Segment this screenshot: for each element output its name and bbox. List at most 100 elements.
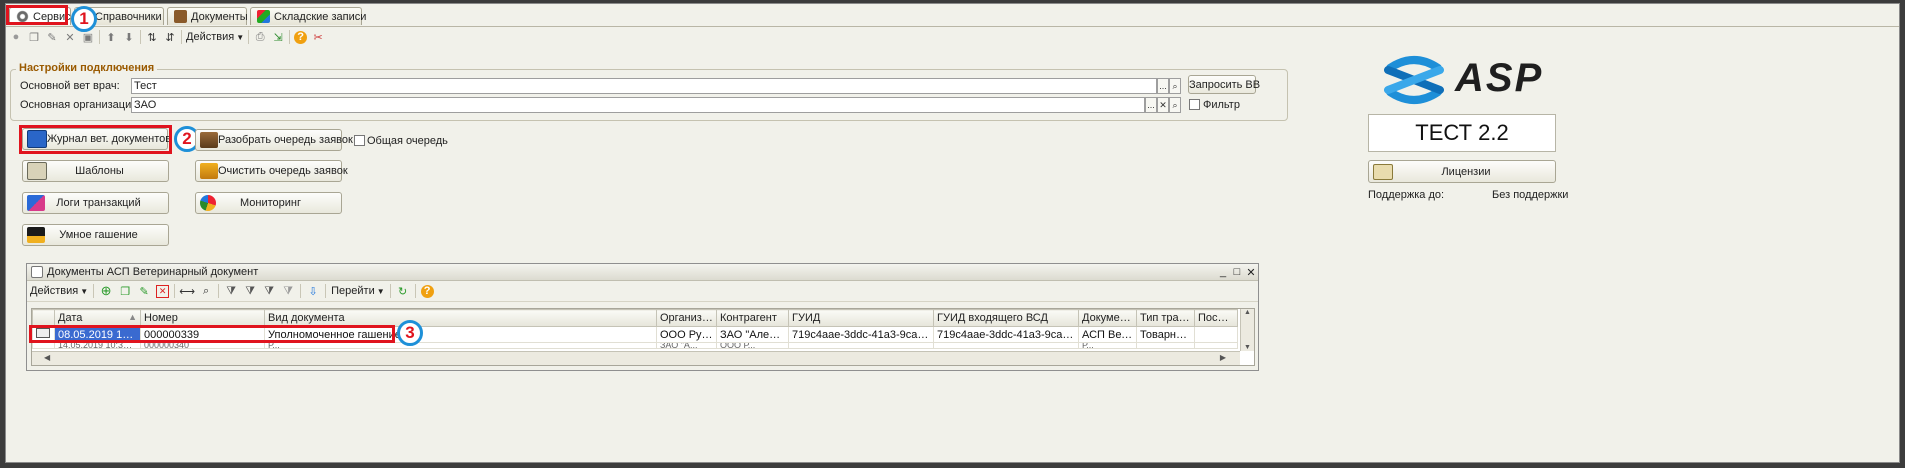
docs-actions-menu[interactable]: Действия ▼ [30, 285, 88, 297]
filter-menu-icon[interactable]: ⧩ [262, 284, 276, 298]
common-queue-label: Общая очередь [367, 135, 448, 147]
column-header[interactable]: Номер [140, 309, 265, 327]
chevron-down-icon: ▼ [236, 32, 245, 42]
copy-icon[interactable]: ❐ [118, 284, 132, 298]
sort-asc-icon[interactable]: ⇅ [145, 30, 159, 44]
toolbar-separator [389, 284, 391, 298]
move-up-icon[interactable]: ⬆ [104, 30, 118, 44]
table-cell[interactable] [1194, 326, 1238, 343]
table-cell[interactable]: Р... [264, 342, 657, 349]
common-queue-checkbox[interactable] [354, 135, 365, 146]
clear-queue-button[interactable]: Очистить очередь заявок [195, 160, 348, 182]
table-cell[interactable]: 14.05.2019 10:30:... [54, 342, 141, 349]
navigate-icon[interactable]: ⟷ [179, 284, 195, 298]
briefcase-icon [174, 10, 187, 23]
table-cell[interactable] [788, 342, 934, 349]
column-header[interactable]: ГУИД [788, 309, 934, 327]
table-cell[interactable] [1194, 342, 1238, 349]
help-icon[interactable]: ? [294, 30, 308, 44]
column-header[interactable]: Документ ... [1078, 309, 1137, 327]
delete-icon[interactable]: ✕ [156, 284, 170, 298]
scroll-right-icon[interactable]: ▶ [1220, 353, 1226, 362]
scroll-up-icon[interactable]: ▲ [1241, 309, 1254, 316]
scroll-down-icon[interactable]: ▼ [1241, 344, 1254, 351]
table-cell[interactable] [933, 342, 1079, 349]
structure-icon[interactable]: ⇩ [306, 284, 320, 298]
filter-icon[interactable]: ⧩ [224, 284, 238, 298]
tab-documents[interactable]: Документы [167, 7, 248, 25]
table-row[interactable]: 14.05.2019 10:30:... 000000340 Р... ЗАО … [32, 342, 1238, 349]
column-header[interactable]: ГУИД входящего ВСД [933, 309, 1079, 327]
table-cell[interactable]: Товарно-т... [1136, 326, 1195, 343]
version-display: ТЕСТ 2.2 [1368, 114, 1556, 152]
export-icon[interactable]: ⇲ [271, 30, 285, 44]
parse-queue-button[interactable]: Разобрать очередь заявок [195, 129, 353, 151]
main-org-field[interactable]: ЗАО [131, 97, 1145, 113]
refresh-icon[interactable]: ↻ [396, 284, 410, 298]
table-cell[interactable]: Р... [1078, 342, 1137, 349]
tools-icon[interactable]: ✂ [311, 30, 325, 44]
column-header[interactable]: Вид документа [264, 309, 657, 327]
save-icon[interactable]: ▣ [81, 30, 95, 44]
edit-icon[interactable]: ✎ [45, 30, 59, 44]
print-icon[interactable]: ⎙ [253, 30, 267, 44]
table-cell[interactable]: 719c4aae-3ddc-41a3-9cac-2e22... [788, 326, 934, 343]
search-icon[interactable]: ⌕ [199, 284, 213, 298]
add-icon[interactable]: ● [9, 30, 23, 44]
window-icon [31, 266, 43, 278]
filter-list-icon[interactable]: ⧩ [243, 284, 257, 298]
table-cell[interactable]: ЗАО "Алекс... [716, 326, 789, 343]
goto-menu[interactable]: Перейти ▼ [331, 285, 385, 297]
actions-menu[interactable]: Действия ▼ [186, 31, 244, 43]
delete-icon[interactable]: ✕ [63, 30, 77, 44]
main-org-select-button[interactable]: ... [1145, 97, 1157, 113]
smart-redeem-button[interactable]: Умное гашение [22, 224, 169, 246]
main-org-search-icon[interactable]: ⌕ [1169, 97, 1181, 113]
request-vv-button[interactable]: Запросить ВВ [1188, 75, 1260, 94]
monitoring-button[interactable]: Мониторинг [195, 192, 342, 214]
table-cell[interactable]: ООО Русм... [656, 326, 717, 343]
table-cell[interactable]: 719c4aae-3ddc-41a3-9cac-2e22... [933, 326, 1079, 343]
help-icon[interactable]: ? [420, 284, 434, 298]
filter-clear-icon[interactable]: ⧩ [281, 284, 295, 298]
connection-settings-group [10, 69, 1288, 121]
column-header[interactable]: Посредн [1194, 309, 1238, 327]
table-cell[interactable] [1136, 342, 1195, 349]
tab-warehouse-records[interactable]: Складские записи [250, 7, 366, 25]
maximize-icon[interactable]: □ [1230, 266, 1244, 278]
tab-label: Складские записи [274, 10, 367, 23]
templates-button[interactable]: Шаблоны [22, 160, 169, 182]
filter-checkbox[interactable] [1189, 99, 1200, 110]
horizontal-scrollbar[interactable]: ◀ ▶ [32, 351, 1240, 365]
brush-icon [200, 163, 218, 179]
column-header[interactable]: Контрагент [716, 309, 789, 327]
table-cell[interactable]: ЗАО "А... [656, 342, 717, 349]
copy-icon[interactable]: ❐ [27, 30, 41, 44]
table-cell[interactable]: АСП Вете... [1078, 326, 1137, 343]
main-vet-search-icon[interactable]: ⌕ [1169, 78, 1181, 94]
edit-icon[interactable]: ✎ [137, 284, 151, 298]
move-down-icon[interactable]: ⬇ [122, 30, 136, 44]
column-header[interactable]: Тип транс... [1136, 309, 1195, 327]
column-header[interactable]: Организация [656, 309, 717, 327]
sort-desc-icon[interactable]: ⇵ [163, 30, 177, 44]
main-vet-field[interactable]: Тест [131, 78, 1157, 94]
column-header[interactable]: Дата ▲ [54, 309, 141, 327]
transaction-logs-button[interactable]: Логи транзакций [22, 192, 169, 214]
table-cell[interactable]: ООО Р... [716, 342, 789, 349]
chevron-down-icon: ▼ [376, 286, 385, 296]
main-org-clear-icon[interactable]: ✕ [1157, 97, 1169, 113]
table-cell[interactable]: 000000340 [140, 342, 265, 349]
highlight-box-3 [29, 325, 395, 343]
toolbar-separator [325, 284, 327, 298]
section-tab-bar: Сервис Справочники Документы Складские з… [6, 4, 1899, 27]
vertical-scrollbar[interactable]: ▲ ▼ [1240, 309, 1254, 351]
main-vet-select-button[interactable]: ... [1157, 78, 1169, 94]
column-header-icon[interactable] [32, 309, 55, 327]
close-icon[interactable]: ✕ [1244, 266, 1258, 279]
licenses-button[interactable]: Лицензии [1368, 160, 1556, 183]
minimize-icon[interactable]: _ [1216, 266, 1230, 278]
add-icon[interactable]: ⊕ [99, 283, 113, 298]
scroll-left-icon[interactable]: ◀ [44, 353, 50, 362]
toolbar-separator [218, 284, 220, 298]
